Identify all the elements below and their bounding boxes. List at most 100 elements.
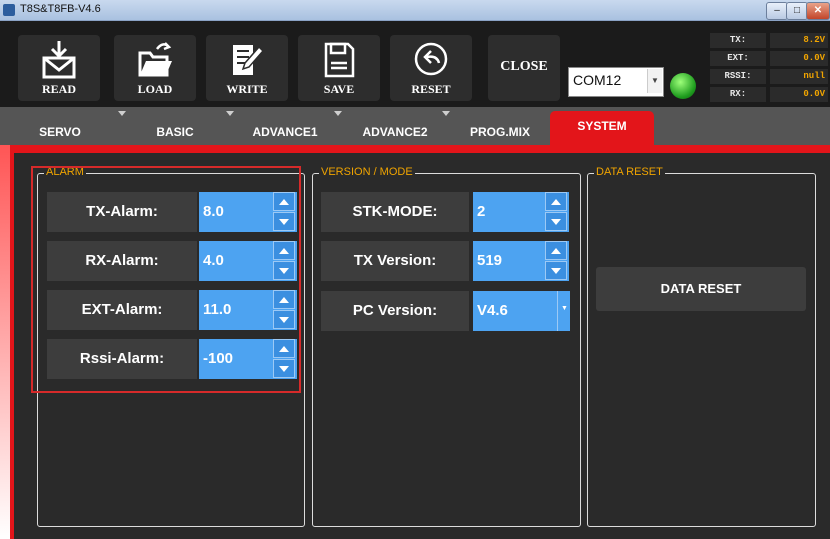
write-label: WRITE (226, 82, 268, 96)
tx-alarm-field: TX-Alarm: 8.0 (47, 192, 297, 232)
status-row-rx: RX: 0.0V (710, 87, 828, 103)
rssi-alarm-label: Rssi-Alarm: (47, 339, 197, 379)
ext-alarm-field: EXT-Alarm: 11.0 (47, 290, 297, 330)
save-label: SAVE (323, 82, 355, 96)
status-value: 0.0V (770, 87, 828, 102)
minimize-icon: – (774, 5, 780, 16)
maximize-button[interactable]: □ (786, 2, 808, 20)
chevron-up-icon[interactable] (273, 241, 295, 260)
status-row-ext: EXT: 0.0V (710, 51, 828, 67)
stk-mode-input[interactable]: 2 (473, 192, 543, 232)
tab-separator (226, 111, 234, 116)
rssi-alarm-input[interactable]: -100 (199, 339, 271, 379)
folder-open-icon (138, 42, 172, 77)
tx-version-label: TX Version: (321, 241, 469, 281)
chevron-down-icon[interactable] (545, 261, 567, 280)
rssi-alarm-field: Rssi-Alarm: -100 (47, 339, 297, 379)
connection-status-led (670, 73, 696, 99)
status-row-rssi: RSSI: null (710, 69, 828, 85)
close-label: CLOSE (500, 59, 548, 74)
version-group-title: VERSION / MODE (319, 166, 415, 178)
data-reset-group-title: DATA RESET (594, 166, 665, 178)
tab-servo[interactable]: SERVO (20, 113, 100, 145)
status-value: 0.0V (770, 51, 828, 66)
tab-basic[interactable]: BASIC (135, 113, 215, 145)
stk-mode-field: STK-MODE: 2 (321, 192, 571, 232)
ext-alarm-stepper[interactable] (271, 290, 297, 330)
window-close-button[interactable]: ✕ (806, 2, 830, 20)
close-icon: ✕ (813, 5, 823, 16)
tx-alarm-input[interactable]: 8.0 (199, 192, 271, 232)
app-icon (3, 4, 15, 16)
pc-version-field: PC Version: V4.6 ▼ (321, 291, 571, 331)
tx-alarm-label: TX-Alarm: (47, 192, 197, 232)
ext-alarm-label: EXT-Alarm: (47, 290, 197, 330)
rx-alarm-label: RX-Alarm: (47, 241, 197, 281)
status-label: TX: (710, 33, 766, 48)
reset-button[interactable]: RESET (390, 35, 472, 101)
chevron-down-icon[interactable]: ▼ (647, 69, 662, 93)
pc-version-label: PC Version: (321, 291, 469, 331)
tab-separator (334, 111, 342, 116)
status-label: RX: (710, 87, 766, 102)
floppy-disk-icon (324, 42, 355, 78)
rx-alarm-field: RX-Alarm: 4.0 (47, 241, 297, 281)
pc-version-dropdown[interactable]: ▼ (557, 291, 570, 331)
tx-version-input[interactable]: 519 (473, 241, 543, 281)
telemetry-status-panel: TX: 8.2V EXT: 0.0V RSSI: null RX: 0.0V (710, 33, 828, 105)
chevron-down-icon[interactable] (273, 310, 295, 329)
chevron-up-icon[interactable] (273, 290, 295, 309)
write-pencil-icon (233, 45, 265, 75)
reset-label: RESET (411, 82, 451, 96)
com-port-value: COM12 (573, 72, 622, 88)
pc-version-select[interactable]: V4.6 (473, 291, 557, 331)
com-port-select[interactable]: COM12 ▼ (568, 67, 664, 97)
ext-alarm-input[interactable]: 11.0 (199, 290, 271, 330)
tab-prog-mix[interactable]: PROG.MIX (455, 113, 545, 145)
chevron-down-icon[interactable] (273, 261, 295, 280)
tab-advance1[interactable]: ADVANCE1 (235, 113, 335, 145)
tab-system[interactable]: SYSTEM (550, 111, 654, 145)
envelope-download-icon (42, 41, 76, 79)
close-button[interactable]: CLOSE (488, 35, 560, 101)
data-reset-button[interactable]: DATA RESET (596, 267, 806, 311)
load-label: LOAD (137, 82, 173, 96)
window-title: T8S&T8FB-V4.6 (20, 3, 101, 15)
chevron-up-icon[interactable] (545, 241, 567, 260)
left-edge (0, 145, 10, 539)
tx-version-field: TX Version: 519 (321, 241, 571, 281)
chevron-up-icon[interactable] (273, 339, 295, 358)
status-value: null (770, 69, 828, 84)
rx-alarm-stepper[interactable] (271, 241, 297, 281)
status-label: RSSI: (710, 69, 766, 84)
read-label: READ (41, 82, 76, 96)
chevron-down-icon: ▼ (561, 305, 568, 312)
title-bar: T8S&T8FB-V4.6 – □ ✕ (0, 0, 830, 21)
reset-arrow-icon (414, 42, 448, 76)
save-button[interactable]: SAVE (298, 35, 380, 101)
chevron-down-icon[interactable] (273, 212, 295, 231)
chevron-up-icon[interactable] (273, 192, 295, 211)
rssi-alarm-stepper[interactable] (271, 339, 297, 379)
toolbar: READ LOAD WRITE SAVE RESET CLOSE COM12 ▼… (0, 21, 830, 107)
chevron-up-icon[interactable] (545, 192, 567, 211)
read-button[interactable]: READ (18, 35, 100, 101)
status-row-tx: TX: 8.2V (710, 33, 828, 49)
stk-mode-stepper[interactable] (543, 192, 569, 232)
tab-advance2[interactable]: ADVANCE2 (345, 113, 445, 145)
load-button[interactable]: LOAD (114, 35, 196, 101)
tab-bar: SERVO BASIC ADVANCE1 ADVANCE2 PROG.MIX S… (0, 107, 830, 145)
rx-alarm-input[interactable]: 4.0 (199, 241, 271, 281)
tx-alarm-stepper[interactable] (271, 192, 297, 232)
data-reset-group: DATA RESET (587, 166, 816, 527)
tx-version-stepper[interactable] (543, 241, 569, 281)
stk-mode-label: STK-MODE: (321, 192, 469, 232)
chevron-down-icon[interactable] (273, 359, 295, 378)
minimize-button[interactable]: – (766, 2, 788, 20)
status-value: 8.2V (770, 33, 828, 48)
chevron-down-icon[interactable] (545, 212, 567, 231)
tab-separator (118, 111, 126, 116)
write-button[interactable]: WRITE (206, 35, 288, 101)
status-label: EXT: (710, 51, 766, 66)
maximize-icon: □ (793, 5, 801, 16)
